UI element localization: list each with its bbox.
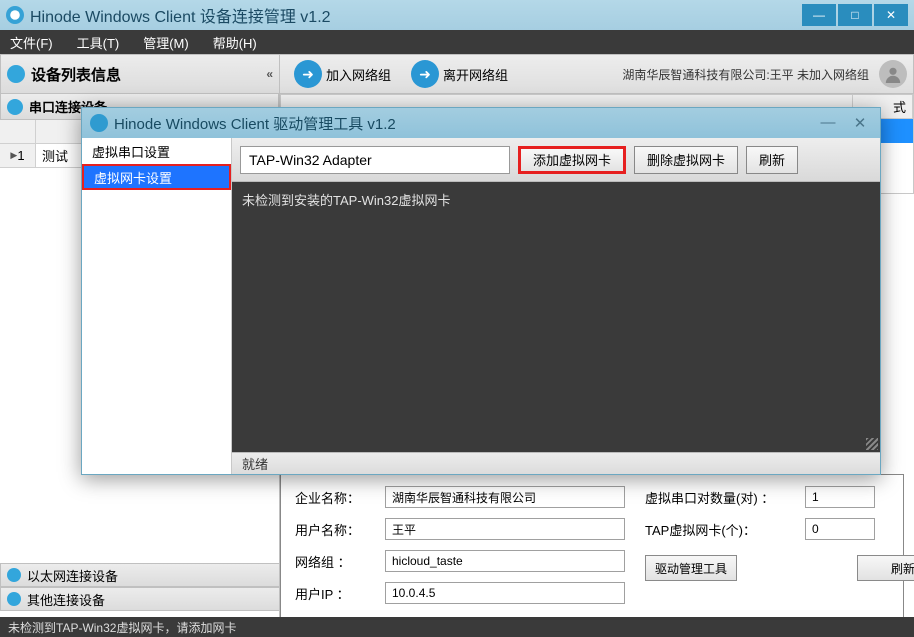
join-group-button[interactable]: ➜ 加入网络组 bbox=[286, 58, 399, 90]
company-label: 企业名称： bbox=[295, 488, 385, 507]
user-avatar-icon[interactable] bbox=[879, 60, 907, 88]
ip-value: 10.0.4.5 bbox=[385, 582, 625, 604]
dialog-close-button[interactable]: ✕ bbox=[848, 114, 872, 132]
sidebar-bottom-panels: 以太网连接设备 其他连接设备 bbox=[0, 563, 280, 611]
maximize-button[interactable] bbox=[838, 4, 872, 26]
collapse-icon[interactable]: « bbox=[266, 67, 273, 81]
minimize-button[interactable] bbox=[802, 4, 836, 26]
window-controls bbox=[802, 4, 908, 26]
dialog-list-area: 未检测到安装的TAP-Win32虚拟网卡 bbox=[232, 182, 880, 452]
user-label: 用户名称： bbox=[295, 520, 385, 539]
dialog-controls: — ✕ bbox=[816, 114, 872, 132]
leave-group-label: 离开网络组 bbox=[443, 65, 508, 84]
ethernet-icon bbox=[7, 568, 21, 582]
dialog-title: Hinode Windows Client 驱动管理工具 v1.2 bbox=[114, 113, 396, 134]
info-col-left: 企业名称：湖南华辰智通科技有限公司 用户名称：王平 网络组 ：hicloud_t… bbox=[295, 485, 625, 626]
other-devices-panel[interactable]: 其他连接设备 bbox=[0, 587, 280, 611]
dialog-minimize-button[interactable]: — bbox=[816, 114, 840, 132]
dialog-list-text: 未检测到安装的TAP-Win32虚拟网卡 bbox=[242, 193, 451, 208]
main-titlebar[interactable]: Hinode Windows Client 设备连接管理 v1.2 bbox=[0, 0, 914, 30]
dialog-titlebar[interactable]: Hinode Windows Client 驱动管理工具 v1.2 — ✕ bbox=[82, 108, 880, 138]
dialog-nav: 虚拟串口设置 虚拟网卡设置 bbox=[82, 138, 232, 474]
vserial-value: 1 bbox=[805, 486, 875, 508]
refresh-info-button[interactable]: 刷新 bbox=[857, 555, 914, 581]
ethernet-panel[interactable]: 以太网连接设备 bbox=[0, 563, 280, 587]
leave-group-button[interactable]: ➜ 离开网络组 bbox=[403, 58, 516, 90]
menu-tools[interactable]: 工具(T) bbox=[77, 33, 120, 52]
group-value: hicloud_taste bbox=[385, 550, 625, 572]
serial-icon bbox=[7, 99, 23, 115]
device-list-icon bbox=[7, 65, 25, 83]
driver-dialog: Hinode Windows Client 驱动管理工具 v1.2 — ✕ 虚拟… bbox=[81, 107, 881, 475]
dialog-main: TAP-Win32 Adapter 添加虚拟网卡 删除虚拟网卡 刷新 未检测到安… bbox=[232, 138, 880, 474]
menu-manage[interactable]: 管理(M) bbox=[143, 33, 189, 52]
info-panel: 企业名称：湖南华辰智通科技有限公司 用户名称：王平 网络组 ：hicloud_t… bbox=[280, 474, 904, 637]
ip-label: 用户IP ： bbox=[295, 584, 385, 603]
company-value: 湖南华辰智通科技有限公司 bbox=[385, 486, 625, 508]
menu-bar: 文件(F) 工具(T) 管理(M) 帮助(H) bbox=[0, 30, 914, 54]
info-col-right: 虚拟串口对数量(对) ：1 TAP虚拟网卡(个)：0 驱动管理工具 刷新 bbox=[645, 485, 914, 626]
resize-grip-icon[interactable] bbox=[866, 438, 878, 450]
menu-file[interactable]: 文件(F) bbox=[10, 33, 53, 52]
nav-virtual-serial[interactable]: 虚拟串口设置 bbox=[82, 138, 231, 164]
other-icon bbox=[7, 592, 21, 606]
driver-tool-button[interactable]: 驱动管理工具 bbox=[645, 555, 737, 581]
toolbar-row: 设备列表信息 « ➜ 加入网络组 ➜ 离开网络组 湖南华辰智通科技有限公司:王平… bbox=[0, 54, 914, 94]
close-button[interactable] bbox=[874, 4, 908, 26]
vserial-label: 虚拟串口对数量(对) ： bbox=[645, 488, 805, 507]
add-vnic-button[interactable]: 添加虚拟网卡 bbox=[518, 146, 626, 174]
grid-header-blank bbox=[0, 120, 36, 143]
ethernet-label: 以太网连接设备 bbox=[27, 566, 118, 585]
status-bar: 未检测到TAP-Win32虚拟网卡，请添加网卡 bbox=[0, 617, 914, 637]
dialog-status-text: 就绪 bbox=[242, 454, 268, 473]
adapter-field[interactable]: TAP-Win32 Adapter bbox=[240, 146, 510, 174]
user-value: 王平 bbox=[385, 518, 625, 540]
app-logo-icon bbox=[6, 6, 24, 24]
join-group-icon: ➜ bbox=[294, 60, 322, 88]
dialog-toolbar: TAP-Win32 Adapter 添加虚拟网卡 删除虚拟网卡 刷新 bbox=[232, 138, 880, 182]
grid-row-index: 1 bbox=[0, 144, 36, 167]
main-title: Hinode Windows Client 设备连接管理 v1.2 bbox=[30, 3, 331, 27]
device-list-title: 设备列表信息 bbox=[31, 64, 121, 85]
dialog-body: 虚拟串口设置 虚拟网卡设置 TAP-Win32 Adapter 添加虚拟网卡 删… bbox=[82, 138, 880, 474]
toolbar-rest: ➜ 加入网络组 ➜ 离开网络组 湖南华辰智通科技有限公司:王平 未加入网络组 bbox=[280, 54, 914, 94]
device-list-header[interactable]: 设备列表信息 « bbox=[0, 54, 280, 94]
status-text: 未检测到TAP-Win32虚拟网卡，请添加网卡 bbox=[8, 619, 236, 636]
nav-virtual-nic[interactable]: 虚拟网卡设置 bbox=[82, 164, 231, 190]
refresh-vnic-button[interactable]: 刷新 bbox=[746, 146, 798, 174]
join-group-label: 加入网络组 bbox=[326, 65, 391, 84]
leave-group-icon: ➜ bbox=[411, 60, 439, 88]
dialog-logo-icon bbox=[90, 114, 108, 132]
menu-help[interactable]: 帮助(H) bbox=[213, 33, 257, 52]
tap-label: TAP虚拟网卡(个)： bbox=[645, 520, 805, 539]
other-label: 其他连接设备 bbox=[27, 590, 105, 609]
tap-value: 0 bbox=[805, 518, 875, 540]
user-info-text: 湖南华辰智通科技有限公司:王平 未加入网络组 bbox=[622, 66, 869, 83]
delete-vnic-button[interactable]: 删除虚拟网卡 bbox=[634, 146, 738, 174]
group-label: 网络组 ： bbox=[295, 552, 385, 571]
dialog-status-bar: 就绪 bbox=[232, 452, 880, 474]
